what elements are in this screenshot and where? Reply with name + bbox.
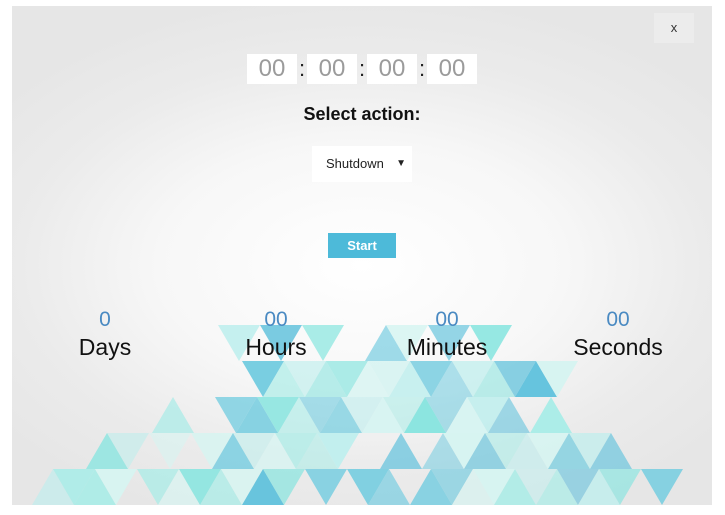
countdown-seconds-label: Seconds xyxy=(573,334,663,360)
decorative-triangle xyxy=(305,469,347,505)
countdown-days-label: Days xyxy=(78,334,132,360)
app-window: x : : : Select action: Shutdown ▼ Start … xyxy=(12,6,712,505)
countdown-days-value: 0 xyxy=(99,308,111,331)
countdown-minutes: 00 Minutes xyxy=(367,308,527,362)
countdown-days: 0 Days xyxy=(25,308,185,362)
timer-field-1[interactable] xyxy=(247,54,297,84)
decorative-triangle xyxy=(641,469,683,505)
countdown-minutes-label: Minutes xyxy=(406,334,488,360)
timer-field-3[interactable] xyxy=(367,54,417,84)
countdown-minutes-value: 00 xyxy=(435,308,459,331)
timer-separator: : xyxy=(358,56,366,81)
timer-field-4[interactable] xyxy=(427,54,477,84)
countdown-hours-label: Hours xyxy=(245,334,307,360)
countdown-hours: 00 Hours xyxy=(196,308,356,362)
timer-separator: : xyxy=(418,56,426,81)
countdown-seconds-value: 00 xyxy=(606,308,630,331)
timer-field-2[interactable] xyxy=(307,54,357,84)
countdown-hours-value: 00 xyxy=(264,308,288,331)
close-button[interactable]: x xyxy=(654,13,694,43)
decorative-triangle xyxy=(530,397,572,433)
decorative-triangle xyxy=(149,433,191,469)
action-select[interactable]: Shutdown ▼ xyxy=(312,146,412,182)
timer-separator: : xyxy=(298,56,306,81)
start-button[interactable]: Start xyxy=(328,233,396,258)
decorative-triangle xyxy=(152,397,194,433)
select-action-label: Select action: xyxy=(303,104,421,124)
countdown-seconds: 00 Seconds xyxy=(538,308,698,362)
dropdown-arrow-icon: ▼ xyxy=(396,158,406,169)
decorative-triangle xyxy=(380,433,422,469)
action-select-value: Shutdown xyxy=(326,156,384,171)
